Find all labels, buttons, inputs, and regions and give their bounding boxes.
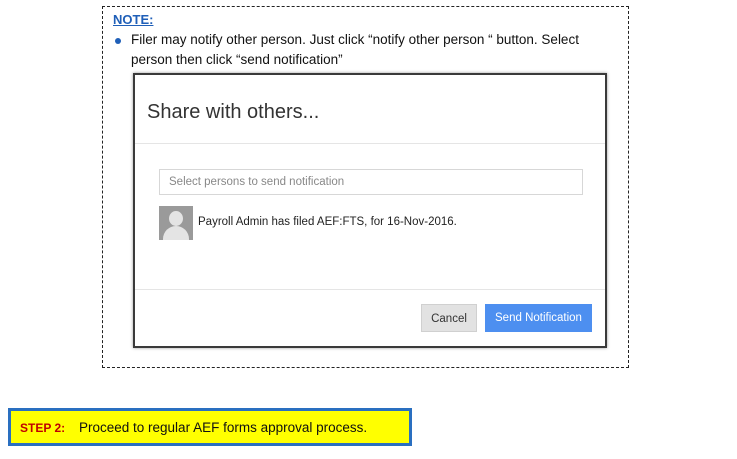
step-box: STEP 2: Proceed to regular AEF forms app… [8, 408, 412, 446]
select-persons-input[interactable]: Select persons to send notification [159, 169, 583, 195]
note-line-1: Filer may notify other person. Just clic… [131, 32, 579, 47]
cancel-button[interactable]: Cancel [421, 304, 477, 332]
dialog-title: Share with others... [147, 101, 320, 123]
send-notification-button[interactable]: Send Notification [485, 304, 592, 332]
step-label: STEP 2: [20, 421, 66, 435]
bullet-icon [115, 38, 121, 44]
step-text: Proceed to regular AEF forms approval pr… [79, 420, 368, 435]
share-dialog: Share with others... Select persons to s… [133, 73, 607, 348]
notification-text: Payroll Admin has filed AEF:FTS, for 16-… [198, 216, 457, 228]
divider [135, 289, 605, 290]
avatar-icon [159, 206, 193, 240]
note-title: NOTE: [113, 12, 154, 27]
divider [135, 143, 605, 144]
note-line-2: person then click “send notification” [131, 52, 343, 67]
